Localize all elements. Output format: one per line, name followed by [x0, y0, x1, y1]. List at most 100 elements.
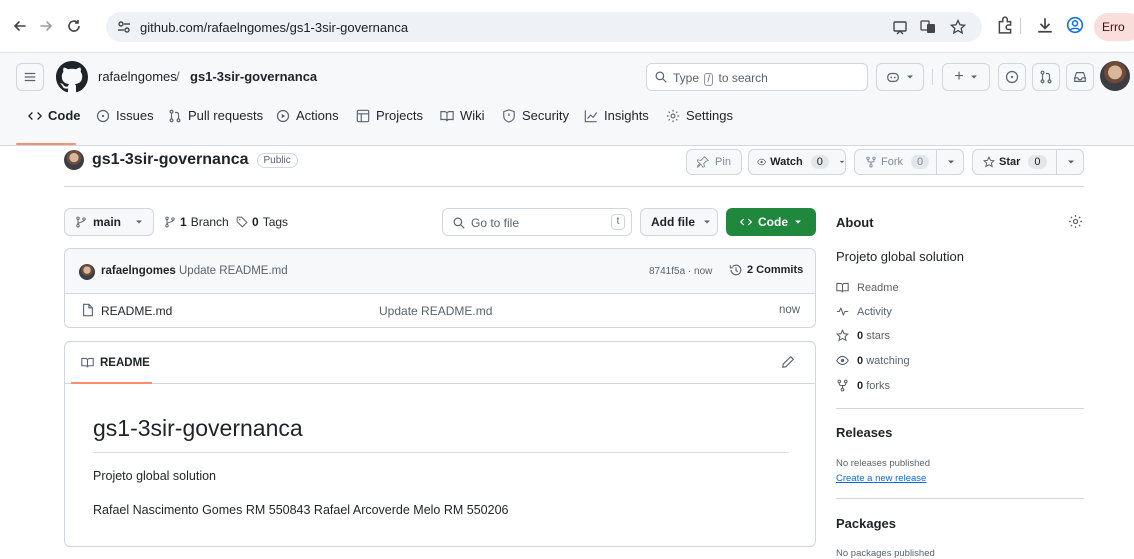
github-logo-icon[interactable] — [56, 61, 88, 93]
create-new-button[interactable]: + — [942, 63, 990, 91]
chevron-down-icon[interactable] — [947, 158, 955, 166]
site-settings-icon[interactable] — [116, 19, 132, 35]
bookmark-star-icon[interactable] — [950, 19, 966, 35]
star-count: 0 — [1028, 155, 1047, 169]
reload-button[interactable] — [62, 14, 86, 38]
address-bar[interactable]: github.com/rafaelngomes/gs1-3sir-governa… — [106, 12, 982, 42]
watch-button[interactable]: Watch 0 — [748, 149, 846, 175]
watching-count: 0 — [857, 354, 864, 367]
owner-avatar[interactable] — [64, 150, 84, 170]
extensions-icon[interactable] — [996, 16, 1014, 34]
translate-icon[interactable] — [920, 19, 936, 35]
account-icon[interactable] — [1066, 16, 1084, 34]
code-icon — [740, 218, 752, 226]
browser-toolbar: github.com/rafaelngomes/gs1-3sir-governa… — [0, 0, 1134, 53]
add-file-button[interactable]: Add file — [640, 208, 718, 236]
file-name[interactable]: README.md — [101, 304, 172, 318]
readme-tab[interactable]: README — [81, 356, 150, 369]
copilot-button[interactable] — [876, 63, 924, 91]
profile-error-label: Erro — [1102, 20, 1125, 34]
file-commit-message[interactable]: Update README.md — [379, 304, 492, 318]
breadcrumb-owner[interactable]: rafaelngomes — [98, 69, 177, 84]
search-icon — [655, 71, 667, 83]
stars-link[interactable]: 0 stars — [836, 329, 890, 342]
table-row[interactable]: README.md Update README.md now — [65, 294, 815, 327]
tab-label: Pull requests — [188, 108, 264, 123]
star-button[interactable]: Star 0 — [972, 149, 1084, 175]
tab-insights[interactable]: Insights — [584, 108, 649, 123]
commit-hash-time[interactable]: 8741f5a · now — [649, 266, 712, 277]
branches-label: Branch — [190, 215, 229, 229]
pull-requests-button[interactable] — [1032, 63, 1060, 91]
fork-icon — [837, 379, 848, 392]
back-button[interactable] — [8, 14, 32, 38]
tab-issues[interactable]: Issues — [96, 108, 154, 123]
history-icon — [729, 264, 742, 276]
tab-label: Settings — [686, 108, 733, 123]
readme-panel: README gs1-3sir-governanca Projeto globa… — [64, 341, 816, 547]
chevron-down-icon[interactable] — [1067, 158, 1075, 166]
chevron-down-icon — [704, 220, 710, 224]
tab-settings[interactable]: Settings — [666, 108, 733, 123]
commit-author[interactable]: rafaelngomes — [101, 265, 176, 277]
commit-author-avatar[interactable] — [79, 264, 95, 280]
book-icon — [440, 110, 454, 121]
tab-projects[interactable]: Projects — [356, 108, 423, 123]
menu-button[interactable] — [16, 63, 44, 91]
tab-label: Issues — [116, 108, 154, 123]
packages-heading[interactable]: Packages — [836, 516, 896, 531]
hamburger-icon — [24, 72, 36, 82]
tab-label: Projects — [376, 108, 423, 123]
readme-divider — [93, 452, 789, 453]
tab-actions[interactable]: Actions — [276, 108, 339, 123]
no-releases-text: No releases published — [836, 458, 931, 469]
forks-link[interactable]: 0 forks — [836, 379, 890, 392]
releases-heading[interactable]: Releases — [836, 425, 892, 440]
commit-message[interactable]: Update README.md — [179, 265, 288, 277]
create-release-link[interactable]: Create a new release — [836, 473, 926, 484]
tab-code[interactable]: Code — [28, 108, 81, 123]
search-icon — [453, 217, 465, 229]
gear-icon[interactable] — [1068, 214, 1083, 229]
no-packages-text: No packages published — [836, 548, 935, 559]
activity-link-label: Activity — [857, 305, 892, 318]
download-icon[interactable] — [1036, 16, 1054, 34]
tab-pull-requests[interactable]: Pull requests — [168, 108, 263, 123]
search-input[interactable]: Type / to search — [646, 63, 868, 91]
avatar[interactable] — [1100, 61, 1130, 91]
fork-button[interactable]: Fork 0 — [854, 149, 964, 175]
cast-icon[interactable] — [892, 19, 908, 35]
copilot-icon — [887, 72, 899, 82]
inbox-button[interactable] — [1066, 63, 1094, 91]
search-placeholder: Type / to search — [673, 71, 768, 86]
star-label: Star — [999, 156, 1021, 168]
about-heading: About — [836, 215, 874, 230]
repo-title: gs1-3sir-governanca Public — [64, 150, 298, 170]
pencil-icon[interactable] — [781, 355, 795, 369]
watching-link[interactable]: 0 watching — [836, 354, 910, 367]
chevron-down-icon — [839, 160, 845, 164]
tab-wiki[interactable]: Wiki — [440, 108, 485, 123]
forward-button[interactable] — [34, 14, 58, 38]
arrow-right-icon — [40, 21, 53, 31]
profile-error-chip[interactable]: Erro — [1094, 13, 1134, 41]
pin-button[interactable]: Pin — [686, 149, 742, 175]
repo-name[interactable]: gs1-3sir-governanca — [92, 151, 249, 169]
breadcrumb-repo[interactable]: gs1-3sir-governanca — [190, 69, 317, 84]
code-dropdown-button[interactable]: Code — [726, 208, 816, 236]
activity-link[interactable]: Activity — [836, 305, 892, 318]
branches-link[interactable]: 1 Branch — [164, 215, 229, 229]
readme-link[interactable]: Readme — [836, 281, 899, 294]
forks-count: 0 — [857, 379, 864, 392]
issues-button[interactable] — [998, 63, 1026, 91]
tags-link[interactable]: 0 Tags — [236, 215, 288, 229]
pull-request-icon — [169, 109, 181, 122]
book-icon — [836, 282, 849, 293]
branch-selector[interactable]: main — [64, 208, 154, 236]
go-to-file-input[interactable]: Go to file t — [442, 208, 632, 236]
pin-label: Pin — [715, 156, 731, 168]
graph-icon — [584, 109, 598, 122]
tab-security[interactable]: Security — [502, 108, 569, 123]
commits-link[interactable]: 2 Commits — [729, 263, 803, 277]
watching-label: watching — [866, 354, 910, 367]
